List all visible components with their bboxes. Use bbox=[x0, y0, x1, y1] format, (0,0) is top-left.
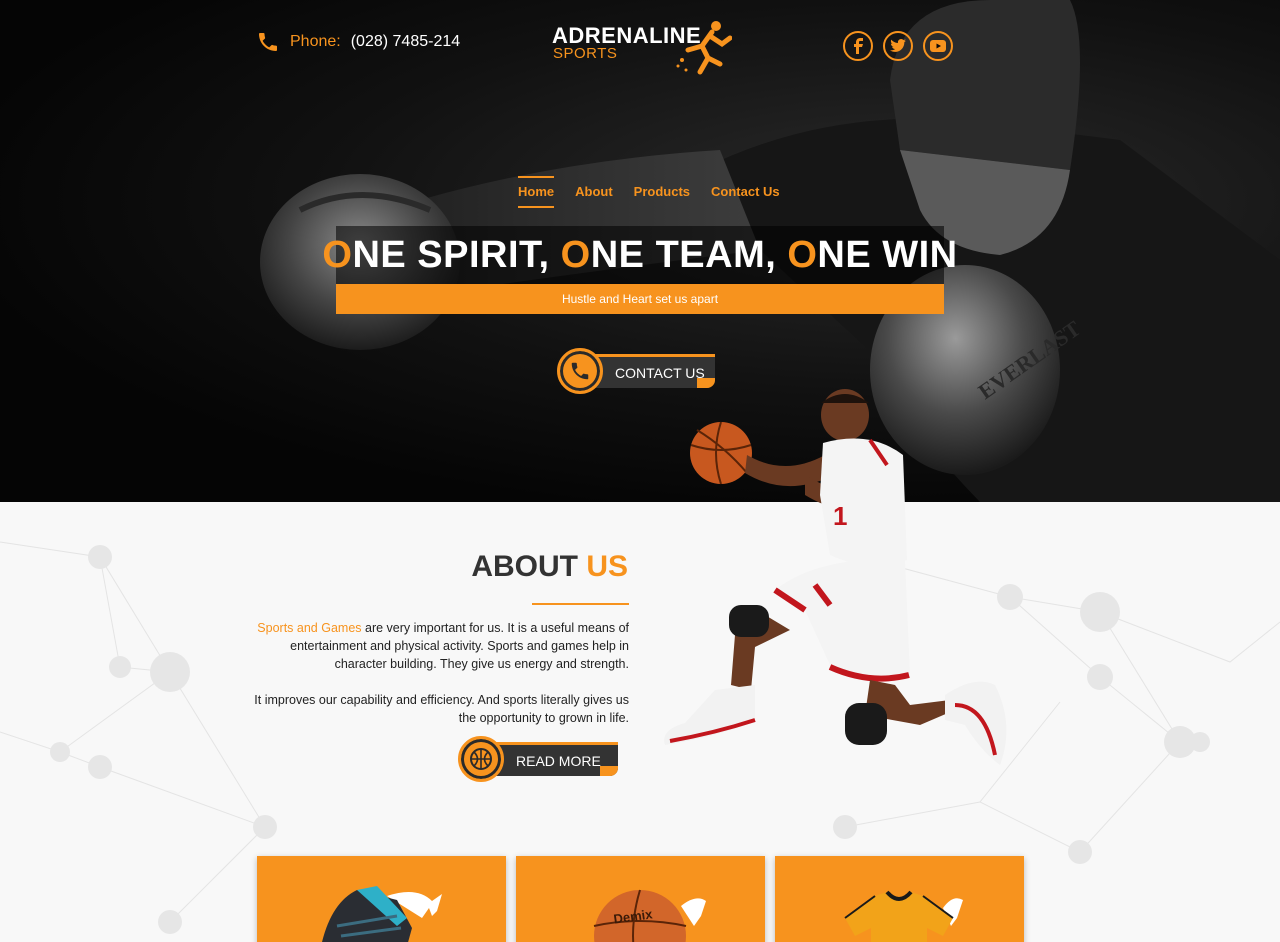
phone-contact[interactable]: Phone: (028) 7485-214 bbox=[256, 30, 460, 54]
logo-wordmark-bottom: SPORTS bbox=[553, 45, 618, 62]
hero-tagline: Hustle and Heart set us apart bbox=[561, 292, 719, 306]
basketball-icon: Demix bbox=[593, 889, 706, 942]
tagline-banner: Hustle and Heart set us apart bbox=[336, 284, 944, 314]
brand-logo[interactable]: ADRENALINE SPORTS bbox=[552, 20, 732, 76]
svg-text:1: 1 bbox=[833, 501, 847, 531]
twitter-icon[interactable] bbox=[883, 31, 913, 61]
about-paragraph-2: It improves our capability and efficienc… bbox=[254, 693, 629, 725]
facebook-icon[interactable] bbox=[843, 31, 873, 61]
read-more-label: READ MORE bbox=[492, 742, 618, 776]
basketball-player-image: 1 bbox=[664, 389, 1007, 765]
phone-label: Phone: bbox=[290, 33, 341, 50]
runner-icon bbox=[676, 21, 732, 75]
nav-home[interactable]: Home bbox=[518, 176, 555, 208]
product-card-basketball[interactable]: Demix bbox=[516, 856, 765, 942]
main-nav: Home About Products Contact Us bbox=[518, 176, 780, 208]
social-links bbox=[843, 31, 953, 61]
product-card-shoes[interactable] bbox=[257, 856, 506, 942]
jersey-icon bbox=[844, 890, 963, 942]
nav-about[interactable]: About bbox=[575, 176, 613, 208]
about-paragraph-1: Sports and Games are very important for … bbox=[257, 621, 629, 671]
hero-section: EVERLAST Phone: (028) 7485-214 ADRENALIN… bbox=[0, 0, 1280, 502]
headline-banner: ONE SPIRIT, ONE TEAM, ONE WIN bbox=[322, 226, 957, 284]
phone-icon bbox=[259, 33, 277, 51]
product-card-jersey[interactable] bbox=[775, 856, 1024, 942]
about-title: ABOUT US bbox=[471, 550, 628, 583]
youtube-icon[interactable] bbox=[923, 31, 953, 61]
about-title-divider bbox=[532, 603, 629, 605]
basketball-circle-icon bbox=[458, 736, 504, 782]
hero-headline: ONE SPIRIT, ONE TEAM, ONE WIN bbox=[322, 233, 958, 276]
contact-us-label: CONTACT US bbox=[591, 354, 715, 388]
phone-circle-icon bbox=[557, 348, 603, 394]
nav-contact-us[interactable]: Contact Us bbox=[711, 176, 780, 208]
nav-products[interactable]: Products bbox=[634, 176, 690, 208]
read-more-button[interactable]: READ MORE bbox=[458, 736, 618, 782]
phone-number: (028) 7485-214 bbox=[350, 33, 461, 50]
sneaker-icon bbox=[322, 886, 442, 942]
about-description: Sports and Games are very important for … bbox=[252, 619, 629, 727]
about-highlight: Sports and Games bbox=[257, 621, 362, 635]
